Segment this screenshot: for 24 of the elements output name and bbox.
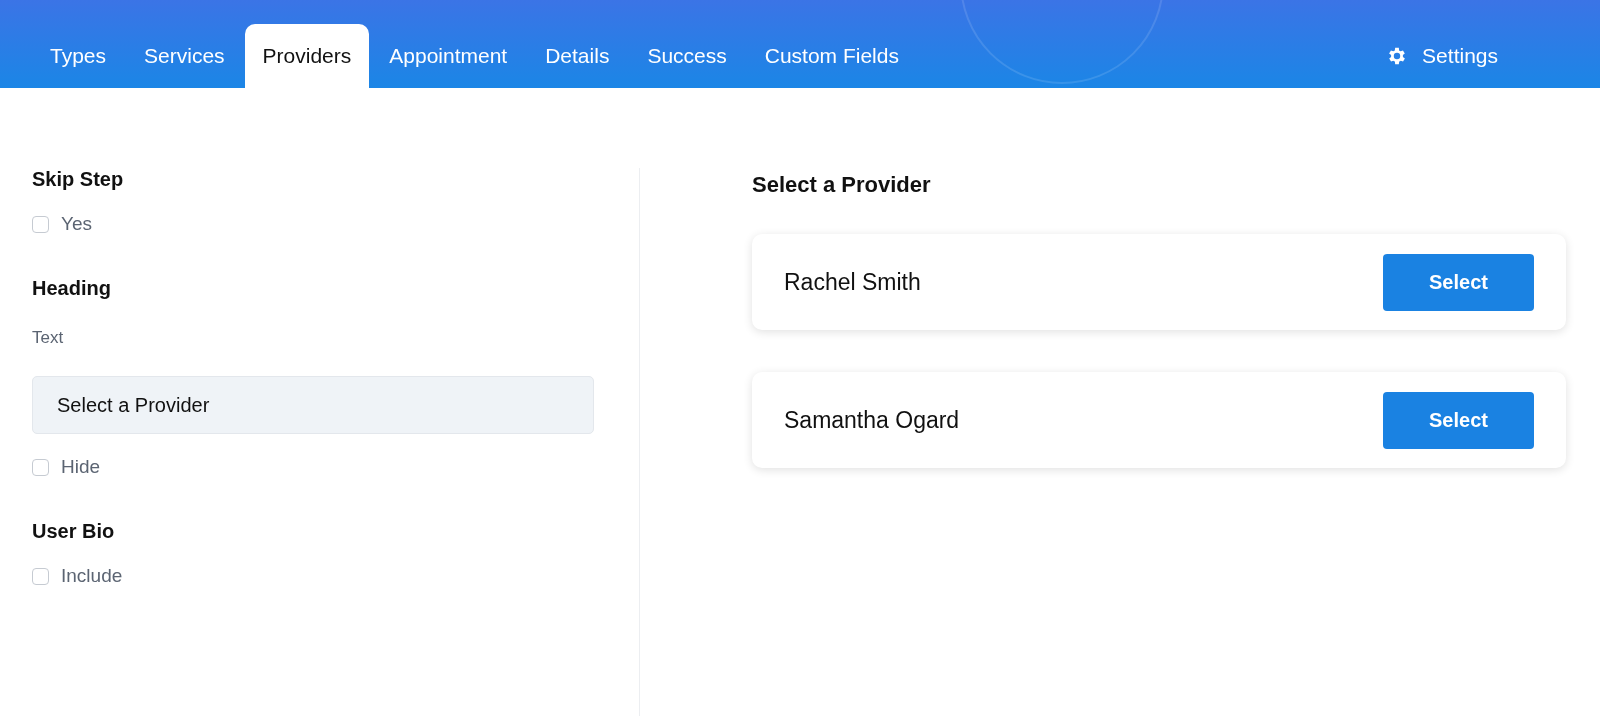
checkbox[interactable]	[32, 215, 49, 233]
field-label: Text	[32, 328, 64, 348]
tab[interactable]: Details	[527, 24, 628, 88]
select-button[interactable]: Select	[1383, 253, 1534, 311]
checkbox-option[interactable]: Include	[32, 565, 123, 587]
tab[interactable]: Custom Fields	[746, 24, 917, 88]
settings-link[interactable]: Settings	[1386, 24, 1498, 88]
checkbox-option[interactable]: Hide	[32, 456, 101, 478]
provider-name: Samantha Ogard	[784, 406, 960, 434]
section-heading: User Bio	[32, 520, 115, 543]
tab[interactable]: Services	[126, 24, 243, 88]
tab[interactable]: Types	[32, 24, 125, 88]
tab[interactable]: Providers	[244, 24, 370, 88]
provider-name: Rachel Smith	[784, 268, 921, 296]
tab[interactable]: Appointment	[371, 24, 526, 88]
select-button[interactable]: Select	[1383, 391, 1534, 449]
preview-title: Select a Provider	[752, 172, 931, 198]
section-heading: Skip Step	[32, 168, 124, 191]
heading-text-field[interactable]: Select a Provider	[32, 376, 594, 434]
checkbox-option[interactable]: Yes	[32, 213, 92, 235]
checkbox[interactable]	[32, 458, 49, 476]
tab[interactable]: Success	[629, 24, 745, 88]
section-heading: Heading	[32, 277, 111, 300]
checkbox[interactable]	[32, 567, 49, 585]
